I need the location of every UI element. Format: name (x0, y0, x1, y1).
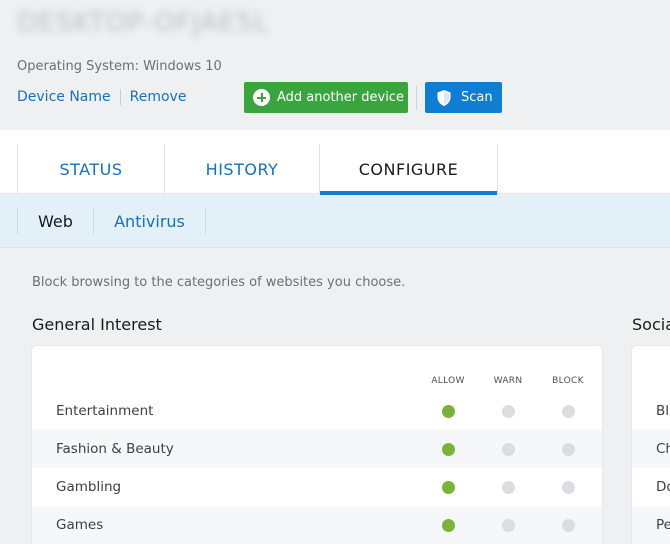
plus-circle-icon (253, 89, 270, 106)
category-row: Entertainment (32, 392, 602, 430)
main-tabs: STATUS HISTORY CONFIGURE (0, 130, 670, 195)
category-label: Games (56, 517, 104, 533)
social-category-row: Pe (632, 506, 670, 544)
allow-radio[interactable] (442, 443, 455, 456)
social-category-row: Do (632, 468, 670, 506)
social-category-row: Ch (632, 430, 670, 468)
category-label: Entertainment (56, 403, 154, 419)
operating-system-label: Operating System: Windows 10 (17, 59, 222, 74)
remove-link[interactable]: Remove (130, 89, 187, 105)
social-category-row: Bl (632, 392, 670, 430)
block-radio[interactable] (562, 481, 575, 494)
device-header: DESKTOP-OFJAE5L Operating System: Window… (0, 0, 670, 130)
scan-button[interactable]: Scan (425, 82, 502, 113)
button-divider (416, 86, 417, 110)
column-header-warn: WARN (493, 376, 523, 386)
column-header-allow: ALLOW (431, 376, 465, 386)
web-filter-description: Block browsing to the categories of webs… (32, 275, 406, 290)
social-category-label: Do (656, 479, 670, 495)
shield-icon (437, 89, 451, 106)
allow-radio[interactable] (442, 481, 455, 494)
tab-status[interactable]: STATUS (17, 144, 165, 194)
category-label: Gambling (56, 479, 122, 495)
allow-radio[interactable] (442, 405, 455, 418)
add-device-label: Add another device (277, 90, 404, 105)
subtab-web[interactable]: Web (17, 208, 94, 234)
tab-history[interactable]: HISTORY (165, 144, 320, 194)
warn-radio[interactable] (502, 443, 515, 456)
warn-radio[interactable] (502, 405, 515, 418)
social-category-label: Pe (656, 517, 670, 533)
warn-radio[interactable] (502, 519, 515, 532)
tab-configure[interactable]: CONFIGURE (320, 144, 498, 195)
warn-radio[interactable] (502, 481, 515, 494)
social-title: Social (632, 315, 670, 334)
category-label: Fashion & Beauty (56, 441, 174, 457)
column-header-block: BLOCK (552, 376, 584, 386)
allow-radio[interactable] (442, 519, 455, 532)
device-name-title: DESKTOP-OFJAE5L (17, 8, 270, 38)
block-radio[interactable] (562, 405, 575, 418)
scan-label: Scan (461, 90, 493, 105)
social-category-label: Ch (656, 441, 670, 457)
configure-subtabs: Web Antivirus (0, 195, 670, 248)
general-interest-title: General Interest (32, 315, 162, 334)
social-category-label: Bl (656, 403, 670, 419)
category-row: Gambling (32, 468, 602, 506)
add-device-button[interactable]: Add another device (244, 82, 408, 113)
social-card: Bl Ch Do Pe (632, 346, 670, 544)
block-radio[interactable] (562, 519, 575, 532)
subtab-antivirus[interactable]: Antivirus (94, 208, 206, 234)
general-interest-card: ALLOW WARN BLOCK Entertainment Fashion &… (32, 346, 602, 544)
category-row: Fashion & Beauty (32, 430, 602, 468)
link-divider (119, 89, 121, 105)
device-name-link[interactable]: Device Name (17, 89, 111, 105)
category-row: Games (32, 506, 602, 544)
block-radio[interactable] (562, 443, 575, 456)
device-links: Device Name Remove (17, 89, 186, 105)
